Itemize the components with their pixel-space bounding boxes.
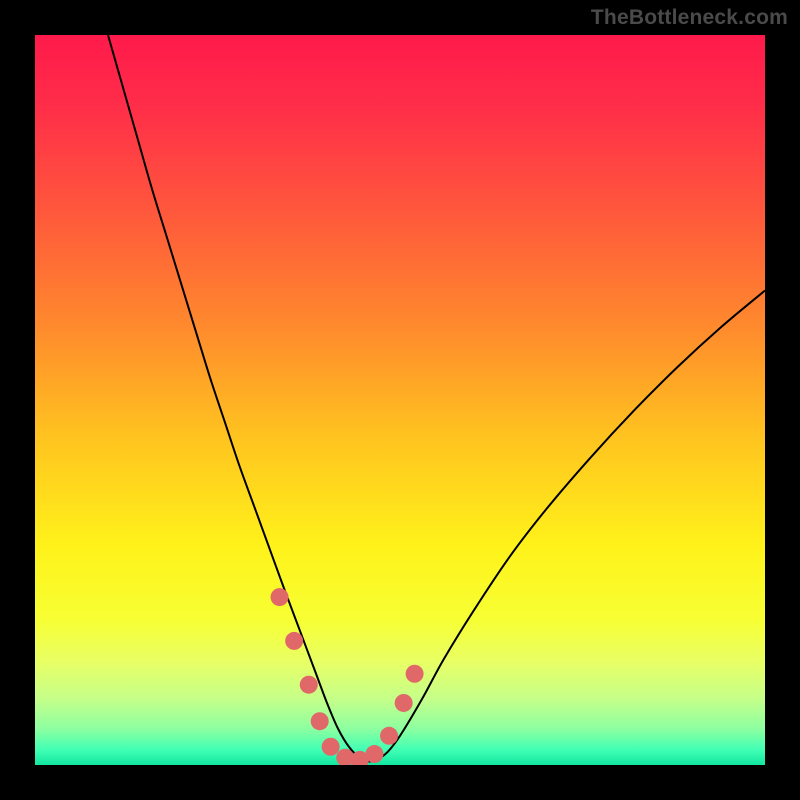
- chart-root: TheBottleneck.com: [0, 0, 800, 800]
- highlight-dot: [406, 665, 424, 683]
- highlight-dot: [395, 694, 413, 712]
- highlight-dot: [311, 712, 329, 730]
- bottleneck-curve: [108, 35, 765, 761]
- highlight-dot: [365, 745, 383, 763]
- plot-area: [35, 35, 765, 765]
- watermark-text: TheBottleneck.com: [591, 6, 788, 30]
- highlight-dot: [380, 727, 398, 745]
- highlight-dot: [322, 738, 340, 756]
- highlight-dot: [300, 676, 318, 694]
- curve-layer: [35, 35, 765, 765]
- highlight-dot: [285, 632, 303, 650]
- highlight-dot: [271, 588, 289, 606]
